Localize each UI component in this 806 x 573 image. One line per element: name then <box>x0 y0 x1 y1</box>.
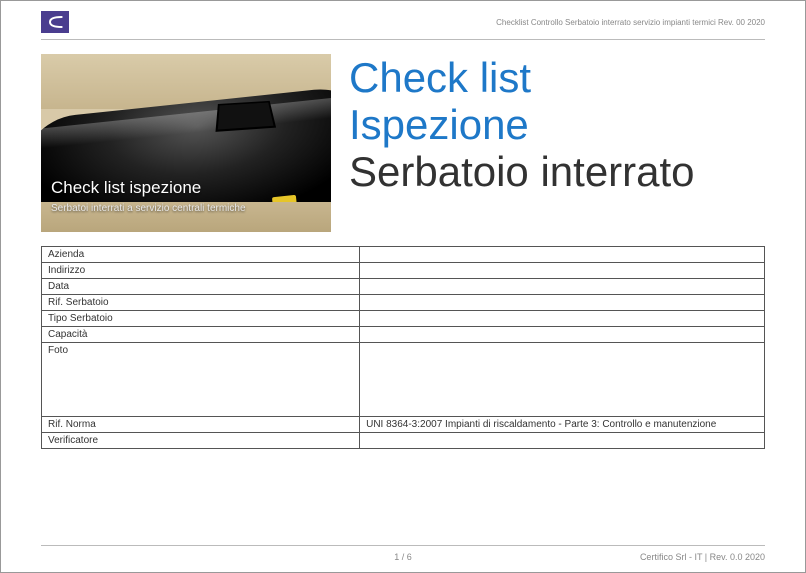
footer: 1 / 6 Certifico Srl - IT | Rev. 0.0 2020 <box>41 545 765 562</box>
table-row-label: Azienda <box>42 247 360 263</box>
title-line-2: Ispezione <box>349 101 765 148</box>
photo-overlay-subtitle: Serbatoi interrati a servizio centrali t… <box>51 203 246 214</box>
footer-right: Certifico Srl - IT | Rev. 0.0 2020 <box>640 552 765 562</box>
table-row: Azienda <box>42 247 765 263</box>
table-row-label: Rif. Serbatoio <box>42 295 360 311</box>
table-row: Rif. NormaUNI 8364-3:2007 Impianti di ri… <box>42 417 765 433</box>
table-row: Verificatore <box>42 433 765 449</box>
footer-page-number: 1 / 6 <box>394 552 412 562</box>
table-row: Capacità <box>42 327 765 343</box>
table-row: Foto <box>42 343 765 417</box>
table-row-value: UNI 8364-3:2007 Impianti di riscaldament… <box>360 417 765 433</box>
table-row-value <box>360 311 765 327</box>
table-row: Rif. Serbatoio <box>42 295 765 311</box>
title-line-3: Serbatoio interrato <box>349 148 765 195</box>
table-row-value <box>360 247 765 263</box>
header: Checklist Controllo Serbatoio interrato … <box>1 1 805 39</box>
title-line-1: Check list <box>349 54 765 101</box>
photo-overlay-title: Check list ispezione <box>51 178 201 198</box>
table-row-value <box>360 263 765 279</box>
header-divider <box>41 39 765 40</box>
table-row-label: Capacità <box>42 327 360 343</box>
table-row-label: Indirizzo <box>42 263 360 279</box>
table-row-value <box>360 279 765 295</box>
table-row-label: Data <box>42 279 360 295</box>
main-area: Check list ispezione Serbatoi interrati … <box>1 54 805 232</box>
table-row-value <box>360 433 765 449</box>
logo-c-icon <box>45 15 65 29</box>
table-row-value <box>360 343 765 417</box>
tank-photo: Check list ispezione Serbatoi interrati … <box>41 54 331 232</box>
table-row: Data <box>42 279 765 295</box>
header-doc-title: Checklist Controllo Serbatoio interrato … <box>496 18 765 27</box>
table-row-label: Tipo Serbatoio <box>42 311 360 327</box>
table-row-label: Rif. Norma <box>42 417 360 433</box>
info-table: AziendaIndirizzoDataRif. SerbatoioTipo S… <box>41 246 765 449</box>
table-row: Indirizzo <box>42 263 765 279</box>
brand-logo <box>41 11 69 33</box>
table-row-label: Foto <box>42 343 360 417</box>
title-block: Check list Ispezione Serbatoio interrato <box>349 54 765 195</box>
photo-tank-hatch <box>215 101 276 132</box>
table-row-value <box>360 327 765 343</box>
table-row-label: Verificatore <box>42 433 360 449</box>
table-row: Tipo Serbatoio <box>42 311 765 327</box>
table-row-value <box>360 295 765 311</box>
